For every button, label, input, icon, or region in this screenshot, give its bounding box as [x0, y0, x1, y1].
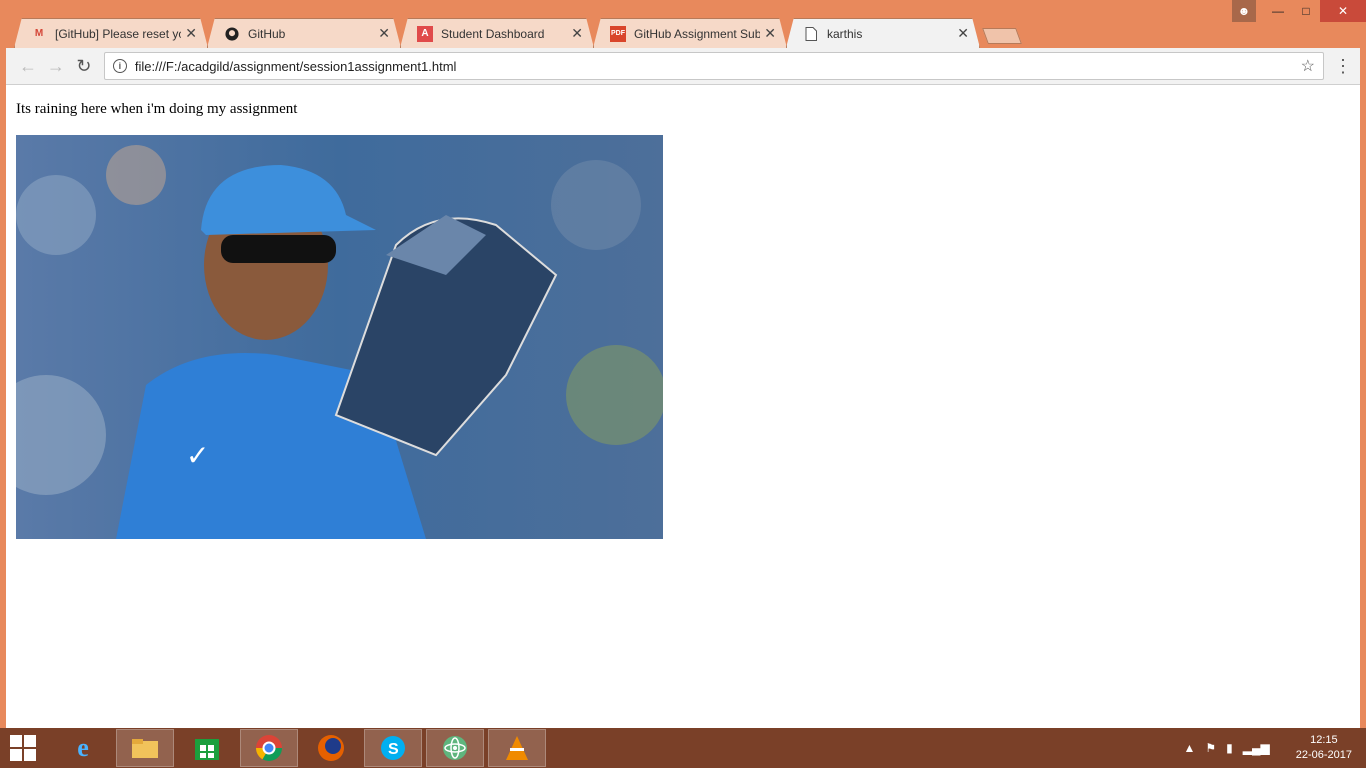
- tab-label: GitHub Assignment Subm: [634, 26, 761, 41]
- back-icon[interactable]: ←: [14, 52, 42, 80]
- tab-strip: M [GitHub] Please reset you ✕ GitHub ✕ A…: [14, 18, 1022, 48]
- clock[interactable]: 12:15 22-06-2017: [1296, 733, 1352, 763]
- skype-icon[interactable]: S: [364, 729, 422, 767]
- tab-label: Student Dashboard: [441, 26, 545, 41]
- browser-window: ☻ — □ ✕ M [GitHub] Please reset you ✕ Gi…: [0, 0, 1366, 732]
- firefox-icon[interactable]: [302, 729, 360, 767]
- tab-karthis[interactable]: karthis ✕: [786, 18, 980, 48]
- tab-label: GitHub: [248, 26, 286, 41]
- address-bar[interactable]: i file:///F:/acadgild/assignment/session…: [103, 52, 1324, 80]
- close-tab-icon[interactable]: ✕: [185, 25, 197, 42]
- browser-toolbar: ← → ↻ i file:///F:/acadgild/assignment/s…: [6, 48, 1360, 85]
- profile-icon[interactable]: ☻: [1232, 0, 1256, 22]
- menu-icon[interactable]: ⋮: [1334, 56, 1352, 77]
- show-hidden-icons-icon[interactable]: ▲: [1183, 741, 1195, 755]
- chrome-icon[interactable]: [240, 729, 298, 767]
- info-icon[interactable]: i: [112, 59, 127, 73]
- tab-github-assignment[interactable]: PDF GitHub Assignment Subm ✕: [593, 18, 787, 48]
- page-paragraph: Its raining here when i'm doing my assig…: [16, 101, 298, 117]
- bookmark-star-icon[interactable]: ☆: [1301, 56, 1315, 76]
- page-icon: [803, 26, 819, 42]
- network-signal-icon[interactable]: ▂▄▆: [1243, 741, 1270, 755]
- close-tab-icon[interactable]: ✕: [571, 25, 583, 42]
- internet-explorer-icon[interactable]: e: [54, 729, 112, 767]
- maximize-button[interactable]: □: [1292, 0, 1320, 22]
- svg-text:✓: ✓: [186, 440, 209, 471]
- forward-icon[interactable]: →: [42, 52, 70, 80]
- taskbar: e S ▲ ⚑ ▮ ▂▄▆ 12:15 22-06-2017: [0, 728, 1366, 768]
- new-tab-button[interactable]: [982, 28, 1022, 44]
- clock-time: 12:15: [1310, 734, 1338, 746]
- store-icon[interactable]: [178, 729, 236, 767]
- windows-start-icon[interactable]: [0, 728, 46, 768]
- tab-label: [GitHub] Please reset you: [55, 26, 182, 41]
- battery-icon[interactable]: ▮: [1226, 741, 1233, 755]
- system-tray: ▲ ⚑ ▮ ▂▄▆ 12:15 22-06-2017: [1183, 728, 1352, 768]
- close-tab-icon[interactable]: ✕: [764, 25, 776, 42]
- github-icon: [224, 26, 240, 42]
- page-content: Its raining here when i'm doing my assig…: [6, 85, 1360, 730]
- clock-date: 22-06-2017: [1295, 749, 1352, 761]
- close-window-button[interactable]: ✕: [1320, 0, 1366, 22]
- tab-label: karthis: [827, 26, 863, 41]
- minimize-button[interactable]: —: [1264, 0, 1292, 22]
- tab-student-dashboard[interactable]: A Student Dashboard ✕: [400, 18, 594, 48]
- pdf-icon: PDF: [610, 25, 626, 42]
- window-controls: ☻ — □ ✕: [1232, 0, 1366, 22]
- cricketer-photo: ✓: [16, 135, 663, 539]
- close-tab-icon[interactable]: ✕: [957, 25, 969, 42]
- reload-icon[interactable]: ↻: [70, 52, 98, 80]
- url-text[interactable]: file:///F:/acadgild/assignment/session1a…: [135, 59, 1301, 74]
- tab-gmail[interactable]: M [GitHub] Please reset you ✕: [14, 18, 208, 48]
- svg-text:S: S: [388, 741, 399, 758]
- acadgild-icon: A: [417, 25, 433, 42]
- close-tab-icon[interactable]: ✕: [378, 25, 390, 42]
- gmail-icon: M: [34, 28, 44, 39]
- atom-icon[interactable]: [426, 729, 484, 767]
- tab-github[interactable]: GitHub ✕: [207, 18, 401, 48]
- vlc-icon[interactable]: [488, 729, 546, 767]
- action-center-flag-icon[interactable]: ⚑: [1205, 741, 1216, 755]
- file-explorer-icon[interactable]: [116, 729, 174, 767]
